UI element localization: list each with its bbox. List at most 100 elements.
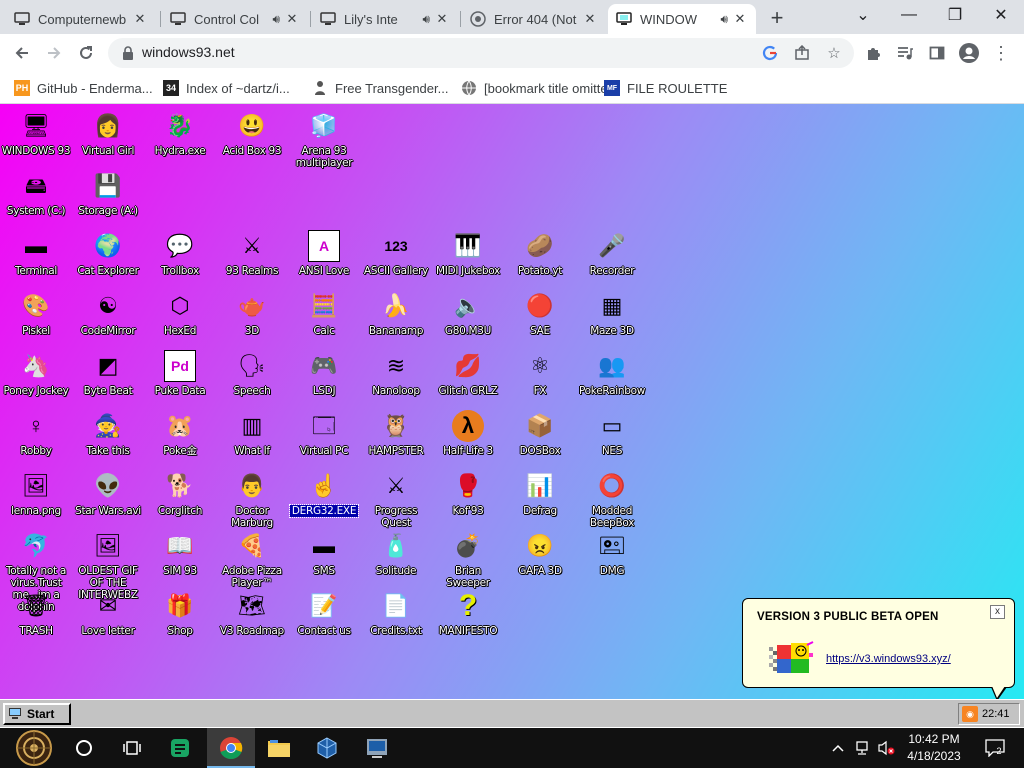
notification-balloon[interactable]: VERSION 3 PUBLIC BETA OPEN x https://v3.… bbox=[742, 598, 1015, 701]
desktop-icon[interactable]: 🎁 Shop bbox=[144, 590, 216, 638]
bookmark-item[interactable]: Free Transgender... bbox=[312, 77, 448, 99]
desktop-icon[interactable]: λ Half-Life 3 bbox=[432, 410, 504, 457]
rss-icon[interactable]: ◉ bbox=[962, 706, 978, 722]
media-controls-icon[interactable] bbox=[894, 42, 916, 64]
task-view-icon[interactable] bbox=[108, 728, 156, 768]
speaker-icon[interactable]: 🔊︎ bbox=[422, 12, 430, 27]
new-tab-button[interactable]: + bbox=[765, 5, 789, 30]
desktop-icon[interactable]: 🎨 Piskel bbox=[0, 290, 72, 338]
desktop-icon[interactable]: 🗺 V3 Roadmap bbox=[216, 590, 288, 638]
desktop-icon[interactable]: 🔴 SAE bbox=[504, 290, 576, 338]
desktop-icon[interactable]: ⚛ FX bbox=[504, 350, 576, 398]
cortana-icon[interactable] bbox=[60, 728, 108, 768]
desktop-icon[interactable]: 👽 Star Wars.avi bbox=[72, 470, 144, 518]
desktop-icon[interactable]: 🥔 Potato.yt bbox=[504, 230, 576, 278]
desktop-icon[interactable]: 🥊 Kof'93 bbox=[432, 470, 504, 518]
desktop-icon[interactable]: 🐕 Corglitch bbox=[144, 470, 216, 518]
close-icon[interactable]: ✕ bbox=[284, 11, 300, 27]
desktop-icon[interactable]: ≋ Nanoloop bbox=[360, 350, 432, 398]
virtualbox-icon[interactable] bbox=[303, 728, 351, 768]
desktop-icon[interactable]: 🔈 G80.M3U bbox=[432, 290, 504, 338]
desktop-icon[interactable]: 🦄 Poney Jockey bbox=[0, 350, 72, 398]
file-explorer-icon[interactable] bbox=[255, 728, 303, 768]
desktop-icon[interactable]: 🖴 System (C:) bbox=[0, 170, 72, 218]
desktop-icon[interactable]: ▬ Terminal bbox=[0, 230, 72, 278]
desktop-icon[interactable]: ☝ DERG32.EXE bbox=[288, 470, 360, 518]
browser-tab[interactable]: Control Col 🔊︎ ✕ bbox=[162, 4, 308, 34]
desktop-icon[interactable]: 🎤 Recorder bbox=[576, 230, 648, 278]
bookmark-item[interactable]: 34 Index of ~dartz/i... bbox=[163, 77, 290, 99]
desktop-icon[interactable]: 🧙 Take this bbox=[72, 410, 144, 458]
desktop-icon[interactable]: 🖭 DMG bbox=[576, 530, 648, 578]
desktop-icon[interactable]: 🗑 TRASH bbox=[0, 590, 72, 638]
desktop-icon[interactable]: 🖼 lenna.png bbox=[0, 470, 72, 518]
side-panel-icon[interactable] bbox=[926, 42, 948, 64]
close-icon[interactable]: ✕ bbox=[132, 11, 148, 27]
desktop-icon[interactable]: 🗔 Virtual PC bbox=[288, 410, 360, 458]
desktop-icon[interactable]: 🗣 Speech bbox=[216, 350, 288, 398]
desktop-icon[interactable]: Pd Puke Data bbox=[144, 350, 216, 397]
desktop-icon[interactable]: 🍕 Adobe Pizza Player™ bbox=[216, 530, 288, 590]
desktop-icon[interactable]: ⚔ 93 Realms bbox=[216, 230, 288, 278]
share-icon[interactable] bbox=[792, 43, 812, 63]
menu-kebab-icon[interactable]: ⋮ bbox=[990, 42, 1012, 64]
bookmark-item[interactable]: [bookmark title omitted] bbox=[461, 77, 618, 99]
bookmark-item[interactable]: MF FILE ROULETTE bbox=[604, 77, 727, 99]
browser-tab[interactable]: Error 404 (Not ✕ bbox=[462, 4, 606, 34]
speaker-icon[interactable]: 🔊︎ bbox=[272, 12, 280, 27]
desktop-icon[interactable]: 🌍 Cat Explorer bbox=[72, 230, 144, 278]
forward-button[interactable] bbox=[40, 39, 68, 67]
desktop-icon[interactable]: 😃 Acid Box 93 bbox=[216, 110, 288, 158]
desktop-icon[interactable]: 🫖 3D bbox=[216, 290, 288, 338]
desktop-icon[interactable]: 💋 Glitch GRLZ bbox=[432, 350, 504, 398]
google-lens-icon[interactable] bbox=[760, 43, 780, 63]
balloon-close-button[interactable]: x bbox=[990, 605, 1005, 619]
maximize-button[interactable]: ❐ bbox=[932, 0, 978, 30]
desktop-icon[interactable]: 📄 Credits.txt bbox=[360, 590, 432, 638]
lock-icon[interactable] bbox=[120, 45, 136, 61]
desktop-icon[interactable]: 😠 GAFA 3D bbox=[504, 530, 576, 578]
desktop-icon[interactable]: 🧴 Solitude bbox=[360, 530, 432, 578]
desktop-icon[interactable]: 🦉 HAMPSTER bbox=[360, 410, 432, 458]
desktop-icon[interactable]: 🎮 LSDJ bbox=[288, 350, 360, 398]
desktop-icon[interactable]: ▭ NES bbox=[576, 410, 648, 458]
close-icon[interactable]: ✕ bbox=[434, 11, 450, 27]
close-icon[interactable]: ✕ bbox=[582, 11, 598, 27]
desktop-icon[interactable]: 💬 Trollbox bbox=[144, 230, 216, 278]
system-clock[interactable]: 10:42 PM 4/18/2023 bbox=[890, 731, 978, 765]
win10-app-icon[interactable] bbox=[353, 728, 401, 768]
desktop-icon[interactable]: 📖 SIM 93 bbox=[144, 530, 216, 578]
desktop-icon[interactable]: ♀ Robby bbox=[0, 410, 72, 458]
desktop-icon[interactable]: 🐹 Poke金 bbox=[144, 410, 216, 458]
balloon-link[interactable]: https://v3.windows93.xyz/ bbox=[826, 653, 951, 665]
desktop-icon[interactable]: A ANSI Love bbox=[288, 230, 360, 277]
desktop-icon[interactable]: 🍌 Bananamp bbox=[360, 290, 432, 338]
bookmark-item[interactable]: PH GitHub - Enderma... bbox=[14, 77, 153, 99]
desktop-icon[interactable]: 📦 DOSBox bbox=[504, 410, 576, 458]
reload-button[interactable] bbox=[72, 39, 100, 67]
browser-tab-active[interactable]: WINDOW 🔊︎ ✕ bbox=[608, 4, 756, 34]
chrome-icon[interactable] bbox=[207, 728, 255, 768]
desktop-icon[interactable]: ? MANIFESTO bbox=[432, 590, 504, 638]
desktop-icon[interactable]: 🖥 WINDOWS 93 bbox=[0, 110, 72, 158]
desktop-icon[interactable]: 123 ASCII Gallery bbox=[360, 230, 432, 277]
desktop-icon[interactable]: 🧊 Arena 93 multiplayer bbox=[288, 110, 360, 170]
desktop-icon[interactable]: ◩ Byte Beat bbox=[72, 350, 144, 398]
network-icon[interactable] bbox=[850, 728, 874, 768]
url-text[interactable]: windows93.net bbox=[142, 44, 235, 60]
bookmark-star-icon[interactable]: ☆ bbox=[824, 43, 844, 63]
browser-tab[interactable]: Computernewb ✕ bbox=[6, 4, 156, 34]
start-logo-icon[interactable] bbox=[8, 728, 60, 768]
desktop-icon[interactable]: ☯ CodeMirror bbox=[72, 290, 144, 338]
desktop-icon[interactable]: 🧮 Calc bbox=[288, 290, 360, 338]
extensions-puzzle-icon[interactable] bbox=[862, 42, 884, 64]
chevron-up-icon[interactable] bbox=[828, 728, 848, 768]
desktop-icon[interactable]: 📊 Defrag bbox=[504, 470, 576, 518]
close-window-button[interactable]: ✕ bbox=[978, 0, 1024, 30]
desktop-icon[interactable]: 🐉 Hydra.exe bbox=[144, 110, 216, 158]
start-button[interactable]: Start bbox=[3, 703, 71, 725]
tab-search-icon[interactable]: ⌄ bbox=[840, 0, 886, 30]
desktop-icon[interactable]: 👩 Virtual Girl bbox=[72, 110, 144, 158]
desktop-icon[interactable]: 👨 Doctor Marburg bbox=[216, 470, 288, 530]
desktop-icon[interactable]: ▥ What If bbox=[216, 410, 288, 458]
